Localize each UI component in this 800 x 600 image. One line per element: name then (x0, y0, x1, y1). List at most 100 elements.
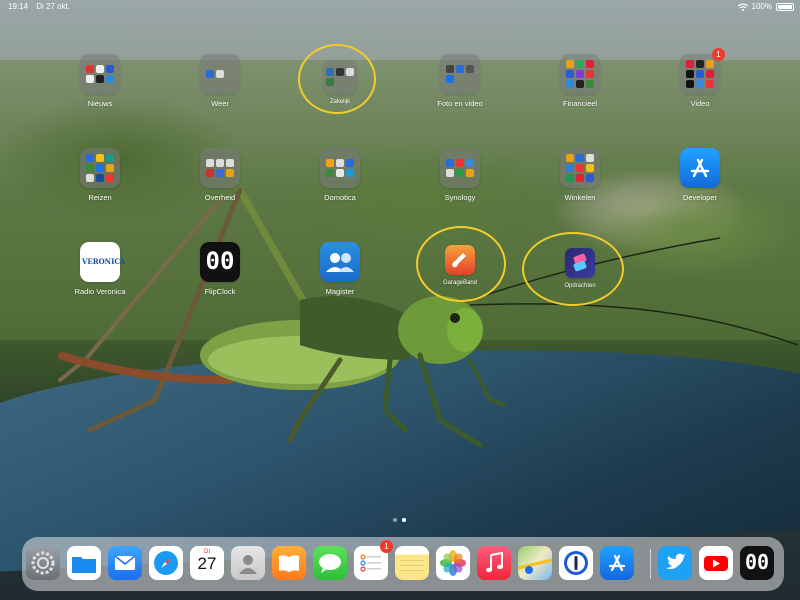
folder-nieuws-label: Nieuws (87, 99, 113, 108)
page-indicator[interactable] (393, 518, 406, 522)
opdrachten-label: Opdrachten (564, 283, 596, 289)
dock-1password[interactable] (559, 546, 593, 580)
bird-icon (666, 553, 686, 570)
folder-nieuws-icon (80, 54, 120, 94)
folder-weer[interactable]: Weer (180, 54, 260, 108)
folder-weer-label: Weer (211, 99, 229, 108)
dock-books[interactable] (272, 546, 306, 580)
folder-winkelen[interactable]: Winkelen (540, 148, 620, 202)
dock-calendar[interactable]: DI 27 (190, 546, 224, 580)
folder-video-badge: 1 (712, 48, 725, 61)
folder-video-icon: 1 (680, 48, 725, 94)
shortcuts-icon (573, 253, 587, 272)
folder-zakelijk-label: Zakelijk (329, 99, 351, 105)
folder-winkelen-label: Winkelen (564, 193, 596, 202)
map-pin-icon (517, 558, 553, 574)
page-dot-1[interactable] (393, 518, 397, 522)
guitar-icon (452, 253, 466, 268)
dock-separator (650, 549, 651, 579)
dock-messages[interactable] (313, 546, 347, 580)
magister-label: Magister (325, 287, 355, 296)
folder-winkelen-icon (560, 148, 600, 188)
flipclock-icon: 00 (200, 242, 240, 282)
folder-overheid-icon (200, 148, 240, 188)
dock-app-store[interactable] (600, 546, 634, 580)
folder-zakelijk[interactable]: Zakelijk (300, 54, 380, 105)
opdrachten-icon (565, 248, 595, 278)
folder-overheid-label: Overheid (204, 193, 236, 202)
dock-maps[interactable] (517, 546, 553, 580)
radio-veronica-label: Radio Veronica (74, 287, 126, 296)
note-icon (400, 560, 424, 571)
compass-icon (154, 551, 178, 575)
dock-contacts[interactable] (231, 546, 265, 580)
app-opdrachten[interactable]: Opdrachten (540, 248, 620, 289)
folder-weer-icon (200, 54, 240, 94)
dock-safari[interactable] (149, 546, 183, 580)
person-icon (239, 555, 257, 574)
folder-overheid[interactable]: Overheid (180, 148, 260, 202)
play-button-icon (704, 556, 728, 571)
dock-mail[interactable] (108, 546, 142, 580)
folder-synology[interactable]: Synology (420, 148, 500, 202)
app-store-glyph-icon (690, 158, 710, 178)
envelope-icon (114, 555, 136, 570)
folder-synology-label: Synology (444, 193, 476, 202)
music-note-icon (486, 551, 503, 573)
garageband-label: GarageBand (442, 280, 478, 286)
app-magister[interactable]: Magister (300, 242, 380, 296)
folder-reizen-icon (80, 148, 120, 188)
folder-financieel-icon (560, 54, 600, 94)
folder-financieel-label: Financieel (562, 99, 598, 108)
dock-flipclock-glyph: 00 (744, 550, 770, 574)
radio-veronica-logo-text: VERONICA (82, 257, 126, 266)
battery-icon (776, 2, 794, 11)
folder-nieuws[interactable]: Nieuws (60, 54, 140, 108)
magister-icon (320, 242, 360, 282)
app-store-icon (608, 554, 626, 572)
status-bar: 19:14 Di 27 okt. 100% (0, 0, 800, 14)
folder-foto-en-video[interactable]: Foto en video (420, 54, 500, 108)
radio-veronica-icon: VERONICA (80, 242, 126, 282)
folder-zakelijk-icon (323, 60, 357, 94)
folder-foto-en-video-icon (440, 54, 480, 94)
folder-domotica[interactable]: Domotica (300, 148, 380, 202)
app-flipclock[interactable]: 00 FlipClock (180, 242, 260, 296)
page-dot-2[interactable] (402, 518, 406, 522)
app-radio-veronica[interactable]: VERONICA Radio Veronica (60, 242, 140, 296)
developer-icon (680, 148, 720, 188)
dock-twitter[interactable] (658, 546, 692, 580)
status-time: 19:14 (8, 2, 29, 11)
dock-reminders[interactable]: 1 (354, 540, 393, 580)
dock-files[interactable] (67, 546, 101, 580)
folder-financieel[interactable]: Financieel (540, 54, 620, 108)
flower-icon (440, 550, 466, 576)
folder-reizen[interactable]: Reizen (60, 148, 140, 202)
dock-music[interactable] (477, 546, 511, 580)
dock-photos[interactable] (436, 546, 470, 580)
folder-reizen-label: Reizen (88, 193, 112, 202)
dock-flipclock[interactable]: 00 (740, 546, 774, 580)
status-left: 19:14 Di 27 okt. (8, 2, 76, 11)
folder-icon (72, 557, 96, 573)
app-garageband[interactable]: GarageBand (420, 245, 500, 286)
folder-synology-icon (440, 148, 480, 188)
status-right: 100% (737, 2, 794, 11)
people-icon (326, 253, 354, 272)
calendar-day: 27 (197, 554, 217, 573)
folder-domotica-label: Domotica (324, 193, 356, 202)
app-developer[interactable]: Developer (660, 148, 740, 202)
dock-notes[interactable] (395, 546, 429, 580)
folder-video[interactable]: 1 Video (660, 48, 740, 108)
wifi-icon (737, 2, 748, 11)
folder-domotica-icon (320, 148, 360, 188)
dock-youtube[interactable] (699, 546, 733, 580)
book-icon (279, 555, 299, 572)
flipclock-label: FlipClock (204, 287, 236, 296)
folder-foto-en-video-label: Foto en video (437, 99, 483, 108)
garageband-icon (445, 245, 475, 275)
folder-video-label: Video (690, 99, 710, 108)
dock-settings[interactable] (26, 546, 60, 580)
flipclock-glyph: 00 (205, 247, 235, 275)
battery-percent: 100% (751, 2, 772, 11)
